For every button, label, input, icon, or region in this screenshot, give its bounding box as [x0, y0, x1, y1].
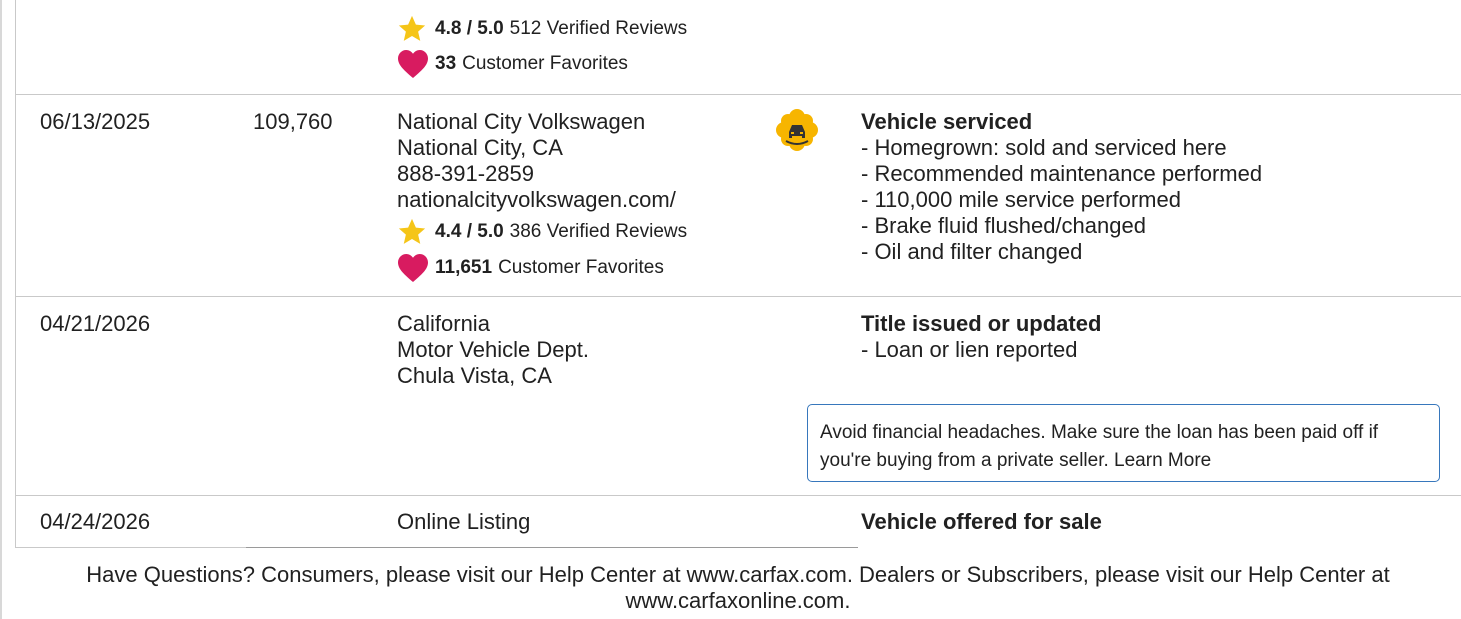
table-bottom-border	[246, 547, 858, 548]
star-icon	[398, 218, 426, 244]
star-icon	[398, 15, 426, 41]
comment-title: Title issued or updated	[861, 311, 1102, 336]
comment-title: Vehicle serviced	[861, 109, 1033, 134]
comment-line: - 110,000 mile service performed	[861, 187, 1181, 212]
record-comments: Vehicle offered for sale	[861, 509, 1102, 535]
source-name: National City Volkswagen	[397, 109, 646, 134]
source-location: Chula Vista, CA	[397, 363, 552, 388]
heart-icon	[398, 50, 428, 78]
source-name: California	[397, 311, 490, 336]
source-phone[interactable]: 888-391-2859	[397, 161, 676, 187]
row-divider	[16, 94, 1461, 95]
favorites-count: 33	[435, 53, 457, 74]
row-divider	[16, 296, 1461, 297]
source-department: Motor Vehicle Dept.	[397, 337, 589, 362]
record-comments: Vehicle serviced - Homegrown: sold and s…	[861, 109, 1262, 265]
help-footer: Have Questions? Consumers, please visit …	[86, 562, 1390, 613]
table-bottom-border	[16, 547, 246, 548]
history-table: 4.8 / 5.0 512 Verified Reviews 33 Custom…	[15, 0, 1461, 548]
source-website[interactable]: nationalcityvolkswagen.com/	[397, 187, 676, 213]
record-source: National City Volkswagen National City, …	[397, 109, 676, 213]
reviews-link[interactable]: 512 Verified Reviews	[510, 18, 687, 40]
favorites-count: 11,651	[435, 257, 493, 278]
comment-line: - Recommended maintenance performed	[861, 161, 1263, 186]
page-left-edge	[0, 0, 2, 619]
vehicle-service-badge-icon	[776, 109, 818, 151]
record-date: 06/13/2025	[40, 109, 151, 134]
dealer-rating[interactable]: 4.8 / 5.0 512 Verified Reviews	[397, 14, 687, 44]
record-date: 04/21/2026	[40, 311, 151, 336]
reviews-link[interactable]: 386 Verified Reviews	[510, 221, 687, 243]
record-odometer: 109,760	[253, 109, 333, 134]
rating-value: 4.4 / 5.0	[435, 221, 504, 242]
dealer-rating[interactable]: 4.4 / 5.0 386 Verified Reviews	[397, 217, 687, 247]
favorites-label: Customer Favorites	[498, 257, 664, 278]
comment-line: - Brake fluid flushed/changed	[861, 213, 1146, 238]
dealer-favorites[interactable]: 33 Customer Favorites	[397, 49, 628, 79]
loan-advisory-callout[interactable]: Avoid financial headaches. Make sure the…	[807, 404, 1440, 482]
dealer-favorites[interactable]: 11,651 Customer Favorites	[397, 253, 664, 283]
favorites-label: Customer Favorites	[462, 53, 628, 74]
source-location: National City, CA	[397, 135, 563, 160]
rating-value: 4.8 / 5.0	[435, 18, 504, 39]
comment-title: Vehicle offered for sale	[861, 509, 1102, 534]
heart-icon	[398, 254, 428, 282]
record-source: California Motor Vehicle Dept. Chula Vis…	[397, 311, 589, 389]
row-divider	[16, 495, 1461, 496]
record-source: Online Listing	[397, 509, 531, 534]
comment-line: - Oil and filter changed	[861, 239, 1083, 264]
comment-line: - Homegrown: sold and serviced here	[861, 135, 1227, 160]
record-comments: Title issued or updated - Loan or lien r…	[861, 311, 1101, 363]
comment-line: - Loan or lien reported	[861, 337, 1078, 362]
record-date: 04/24/2026	[40, 509, 151, 534]
